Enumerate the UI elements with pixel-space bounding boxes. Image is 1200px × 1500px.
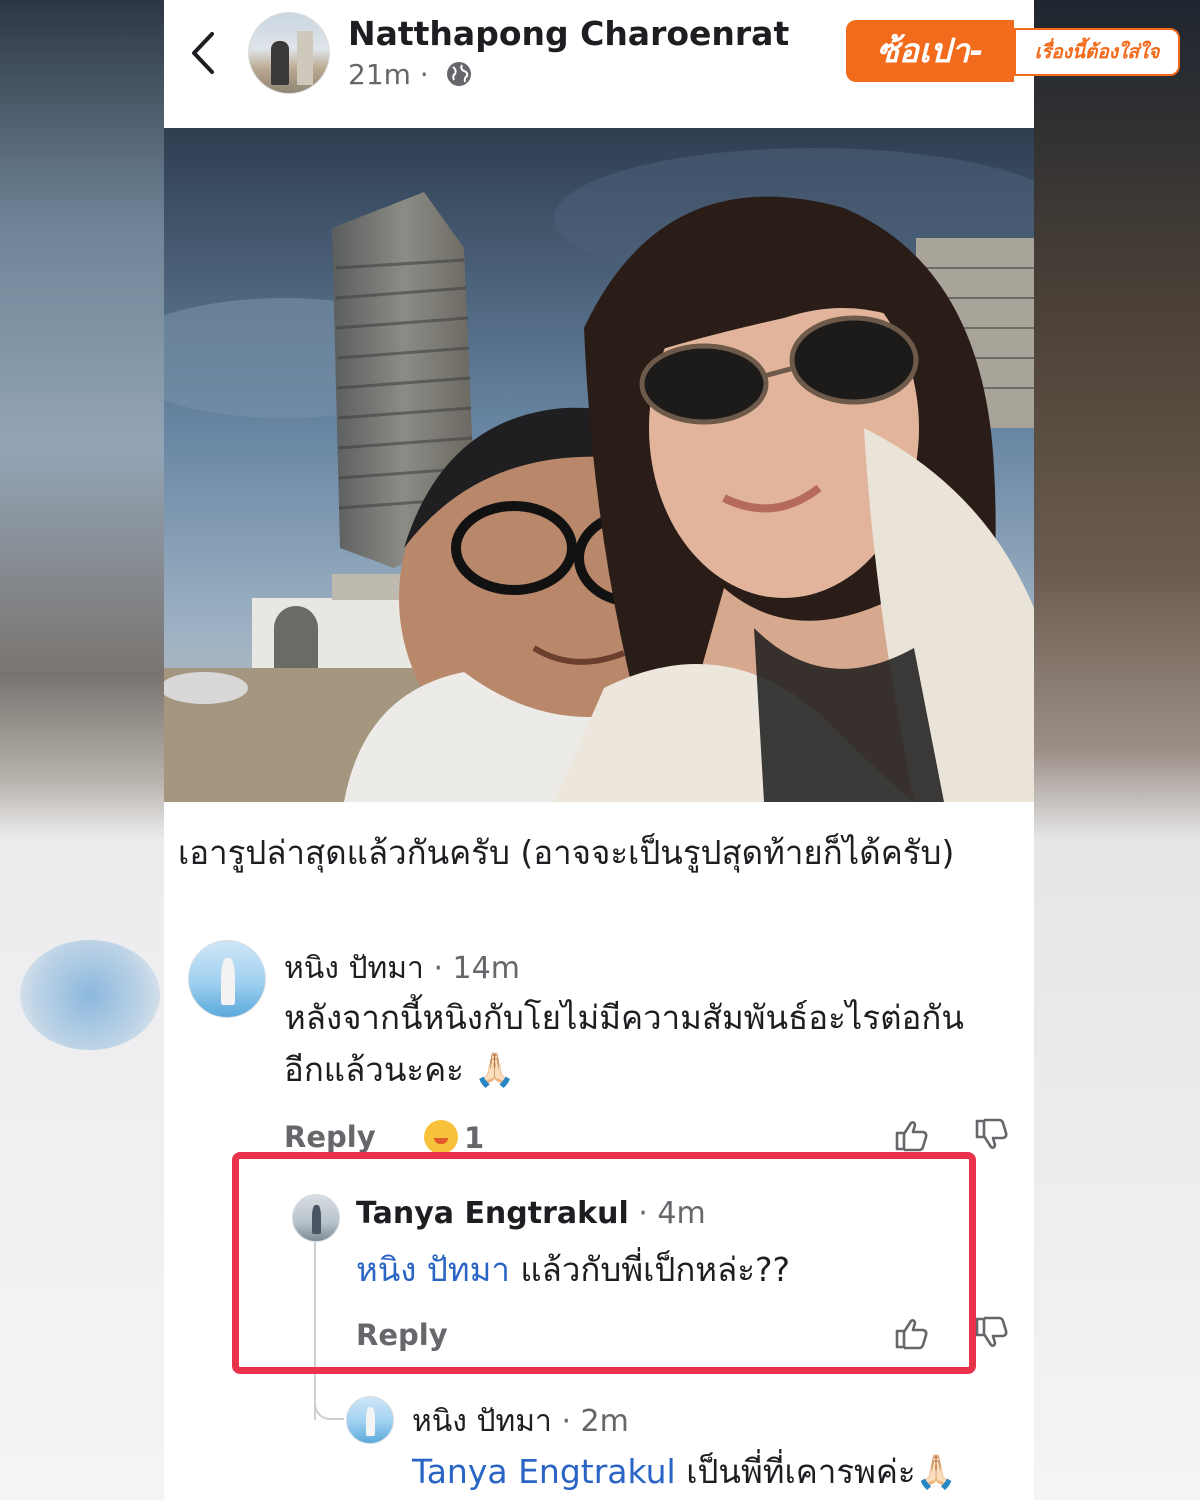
blurred-avatar-backdrop bbox=[20, 940, 160, 1050]
blurred-backdrop-right bbox=[1034, 0, 1200, 1500]
back-button[interactable] bbox=[182, 28, 222, 78]
thread-connector bbox=[314, 1380, 344, 1420]
comment-text: Tanya Engtrakul เป็นพี่ที่เคารพค่ะ🙏🏻 bbox=[412, 1452, 957, 1491]
thumbs-up-icon[interactable] bbox=[892, 1116, 930, 1154]
watermark-main: ซ้อเปา- bbox=[846, 20, 1014, 82]
comment-text: หลังจากนี้หนิงกับโยไม่มีความสัมพันธ์อะไร… bbox=[284, 998, 964, 1089]
thumbs-down-icon[interactable] bbox=[972, 1314, 1010, 1352]
poster-name[interactable]: Natthapong Charoenrat bbox=[348, 14, 789, 53]
meta-separator: · bbox=[410, 58, 438, 91]
watermark-tagline: เรื่องนี้ต้องใส่ใจ bbox=[1014, 28, 1180, 76]
post-photo[interactable] bbox=[164, 128, 1034, 802]
commenter-avatar[interactable] bbox=[346, 1396, 394, 1444]
comment-time: · 14m bbox=[423, 951, 520, 986]
poster-avatar[interactable] bbox=[248, 12, 330, 94]
reply-button[interactable]: Reply bbox=[284, 1120, 376, 1154]
commenter-name[interactable]: หนิง ปัทมา · 14m bbox=[284, 945, 520, 992]
commenter-name[interactable]: หนิง ปัทมา · 2m bbox=[412, 1398, 629, 1445]
thumbs-down-icon[interactable] bbox=[972, 1116, 1010, 1154]
comment-time: · 2m bbox=[551, 1404, 629, 1439]
highlight-box bbox=[232, 1152, 976, 1374]
post-meta: 21m · bbox=[348, 58, 474, 91]
mention-link[interactable]: Tanya Engtrakul bbox=[412, 1452, 676, 1491]
blurred-backdrop-left bbox=[0, 0, 164, 1500]
globe-icon[interactable] bbox=[444, 59, 474, 89]
care-emoji-icon bbox=[424, 1120, 458, 1154]
post-time: 21m bbox=[348, 58, 411, 91]
reaction-count[interactable]: 1 bbox=[424, 1120, 484, 1155]
commenter-avatar[interactable] bbox=[188, 940, 266, 1018]
chevron-left-icon bbox=[192, 32, 214, 74]
watermark-logo: ซ้อเปา- เรื่องนี้ต้องใส่ใจ bbox=[846, 20, 1180, 82]
post-caption: เอารูปล่าสุดแล้วกันครับ (อาจจะเป็นรูปสุด… bbox=[178, 833, 955, 872]
